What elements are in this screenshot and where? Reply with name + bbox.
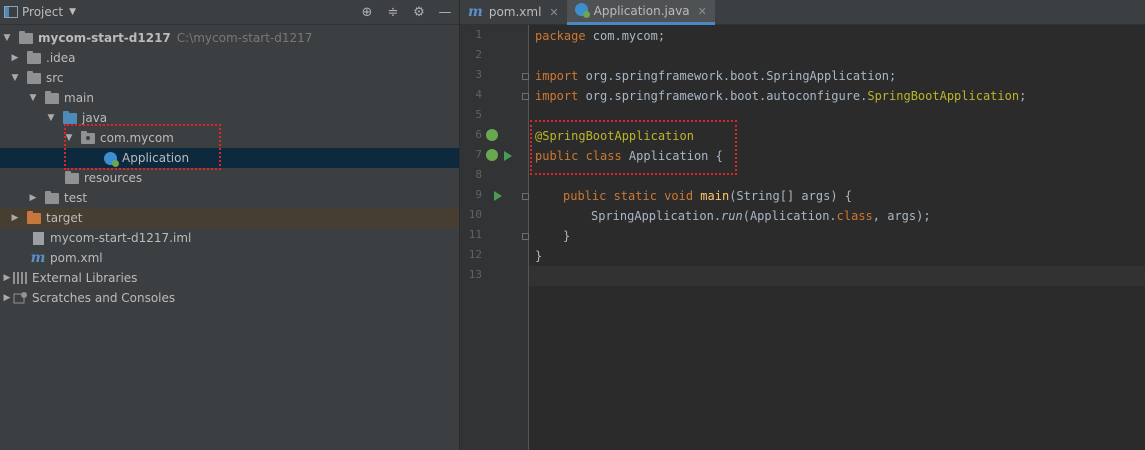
tab-pom-xml[interactable]: m pom.xml ✕	[460, 0, 567, 24]
file-icon	[30, 231, 46, 245]
collapsed-arrow-icon[interactable]: ▶	[2, 293, 12, 303]
tree-item-label: src	[46, 71, 64, 85]
tab-label: Application.java	[593, 4, 690, 18]
collapsed-arrow-icon[interactable]: ▶	[10, 213, 20, 223]
editor-gutter: 1 2 3 4 5 6 7 8 9 10 11 12 13	[460, 25, 529, 450]
project-icon	[4, 6, 18, 18]
fold-icon[interactable]	[522, 93, 529, 100]
line-number: 1	[475, 28, 482, 41]
tree-item-label: External Libraries	[32, 271, 138, 285]
code-line-1: package com.mycom;	[535, 29, 666, 43]
tree-item-label: java	[82, 111, 108, 125]
tree-item-external-libraries[interactable]: ▶ External Libraries	[0, 268, 459, 288]
close-icon[interactable]: ✕	[549, 6, 558, 19]
folder-icon	[26, 50, 42, 65]
code-line-12: }	[535, 249, 543, 263]
tree-item-idea[interactable]: ▶ .idea	[0, 48, 459, 68]
expand-arrow-icon[interactable]: ▼	[10, 73, 20, 83]
run-icon[interactable]	[494, 191, 502, 201]
expand-arrow-icon[interactable]: ▼	[2, 33, 12, 43]
scratches-icon	[12, 291, 28, 305]
fold-icon[interactable]	[522, 193, 529, 200]
line-number: 4	[475, 88, 482, 101]
collapsed-arrow-icon[interactable]: ▶	[28, 193, 38, 203]
line-number: 8	[475, 168, 482, 181]
code-line-9: public static void main(String[] args) {	[563, 189, 853, 203]
collapsed-arrow-icon[interactable]: ▶	[2, 273, 12, 283]
spring-bean-icon[interactable]	[486, 129, 498, 141]
crosshair-icon[interactable]: ⊕	[357, 2, 377, 22]
tree-item-iml[interactable]: mycom-start-d1217.iml	[0, 228, 459, 248]
maven-icon: m	[468, 4, 483, 20]
tree-item-label: test	[64, 191, 88, 205]
gear-icon[interactable]: ⚙	[409, 2, 429, 22]
code-line-11: }	[563, 229, 571, 243]
excluded-folder-icon	[26, 210, 42, 225]
folder-icon	[26, 70, 42, 85]
line-number: 2	[475, 48, 482, 61]
tree-item-label: mycom-start-d1217	[38, 31, 171, 45]
maven-icon: m	[30, 250, 46, 266]
tree-item-pom[interactable]: m pom.xml	[0, 248, 459, 268]
line-number: 10	[468, 208, 482, 221]
expand-arrow-icon[interactable]: ▼	[46, 113, 56, 123]
line-number: 11	[468, 228, 482, 241]
spring-class-icon	[574, 3, 590, 19]
minimize-icon[interactable]: —	[435, 2, 455, 22]
source-folder-icon	[62, 110, 78, 125]
line-number: 12	[468, 248, 482, 261]
tree-item-label: Scratches and Consoles	[32, 291, 176, 305]
current-line-highlight	[529, 266, 1145, 286]
folder-icon	[44, 190, 60, 205]
spring-bean-icon[interactable]	[486, 149, 498, 161]
line-number: 6	[475, 128, 482, 141]
line-number: 5	[475, 108, 482, 121]
tree-item-project-root[interactable]: ▼ mycom-start-d1217 C:\mycom-start-d1217	[0, 28, 459, 48]
tree-item-label: .idea	[46, 51, 76, 65]
run-icon[interactable]	[504, 151, 512, 161]
highlight-box-code	[530, 120, 737, 175]
folder-icon	[44, 90, 60, 105]
tree-item-label: resources	[84, 171, 143, 185]
tree-item-test[interactable]: ▶ test	[0, 188, 459, 208]
code-line-10: SpringApplication.run(Application.class,…	[591, 209, 931, 223]
line-number: 9	[475, 188, 482, 201]
editor-tabs: m pom.xml ✕ Application.java ✕	[460, 0, 1145, 25]
fold-icon[interactable]	[522, 73, 529, 80]
close-icon[interactable]: ✕	[698, 5, 707, 18]
tree-item-scratches[interactable]: ▶ Scratches and Consoles	[0, 288, 459, 308]
resources-folder-icon	[64, 170, 80, 185]
tree-item-label: main	[64, 91, 94, 105]
tab-label: pom.xml	[488, 5, 542, 19]
tree-item-target[interactable]: ▶ target	[0, 208, 459, 228]
fold-icon[interactable]	[522, 233, 529, 240]
line-number: 7	[475, 148, 482, 161]
folder-icon	[18, 30, 34, 45]
tree-item-resources[interactable]: resources	[0, 168, 459, 188]
editor: m pom.xml ✕ Application.java ✕ 1 2 3 4 5…	[460, 0, 1145, 450]
project-view-selector[interactable]: Project ▼	[4, 5, 76, 19]
line-number: 3	[475, 68, 482, 81]
project-panel-title: Project	[22, 5, 64, 19]
tree-item-main[interactable]: ▼ main	[0, 88, 459, 108]
collapse-icon[interactable]: ≑	[383, 2, 403, 22]
line-number: 13	[468, 268, 482, 281]
libraries-icon	[12, 271, 28, 285]
expand-arrow-icon[interactable]: ▼	[28, 93, 38, 103]
tree-item-label: mycom-start-d1217.iml	[50, 231, 192, 245]
project-panel: Project ▼ ⊕ ≑ ⚙ — ▼ mycom-start-d1217 C:…	[0, 0, 459, 450]
code-line-3: import org.springframework.boot.SpringAp…	[535, 69, 897, 83]
project-path: C:\mycom-start-d1217	[176, 31, 313, 45]
dropdown-arrow-icon: ▼	[69, 7, 76, 17]
highlight-box-tree	[64, 124, 221, 170]
tree-item-src[interactable]: ▼ src	[0, 68, 459, 88]
code-line-4: import org.springframework.boot.autoconf…	[535, 89, 1027, 103]
tree-item-label: target	[46, 211, 83, 225]
tab-application-java[interactable]: Application.java ✕	[566, 0, 715, 25]
collapsed-arrow-icon[interactable]: ▶	[10, 53, 20, 63]
tree-item-label: pom.xml	[50, 251, 103, 265]
project-panel-header: Project ▼ ⊕ ≑ ⚙ —	[0, 0, 459, 25]
